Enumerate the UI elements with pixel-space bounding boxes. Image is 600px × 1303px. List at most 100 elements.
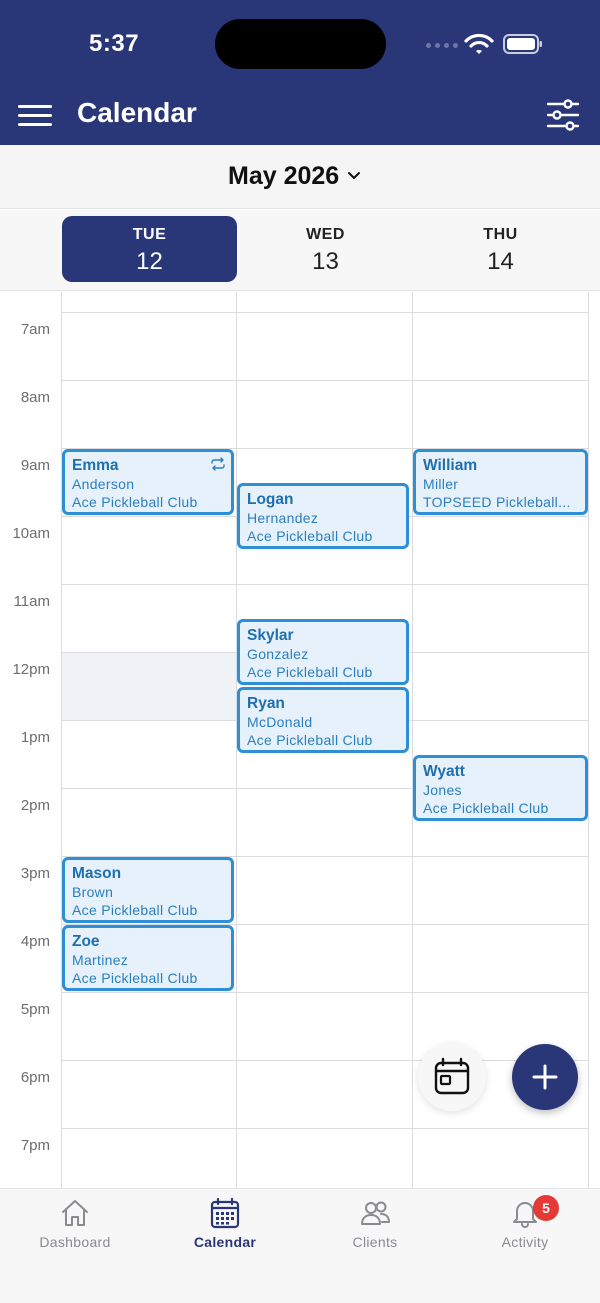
- sliders-icon: [546, 99, 580, 131]
- event-club: Ace Pickleball Club: [72, 902, 198, 918]
- time-label: 6pm: [20, 1069, 50, 1086]
- time-label: 12pm: [12, 661, 50, 678]
- hour-line: [61, 1060, 588, 1061]
- event-card[interactable]: Wyatt Jones Ace Pickleball Club: [413, 755, 588, 821]
- event-card[interactable]: Skylar Gonzalez Ace Pickleball Club: [237, 619, 409, 685]
- event-club: Ace Pickleball Club: [247, 732, 373, 748]
- day-thursday[interactable]: THU 14: [413, 216, 588, 282]
- time-label: 4pm: [20, 933, 50, 950]
- time-label: 3pm: [20, 865, 50, 882]
- event-last-name: Martinez: [72, 952, 129, 968]
- event-first-name: Ryan: [247, 695, 285, 712]
- wifi-icon: [464, 33, 494, 54]
- event-card[interactable]: Logan Hernandez Ace Pickleball Club: [237, 483, 409, 549]
- cellular-signal-icon: [426, 43, 458, 48]
- event-club: Ace Pickleball Club: [72, 494, 198, 510]
- event-card[interactable]: Emma Anderson Ace Pickleball Club: [62, 449, 234, 515]
- battery-icon: [503, 34, 542, 54]
- time-label: 11am: [13, 593, 50, 610]
- event-card[interactable]: Zoe Martinez Ace Pickleball Club: [62, 925, 234, 991]
- event-last-name: Anderson: [72, 476, 135, 492]
- hour-line: [61, 584, 588, 585]
- day-number: 12: [136, 248, 163, 275]
- repeat-icon: [211, 457, 225, 471]
- hour-line: [61, 1128, 588, 1129]
- hour-line: [61, 992, 588, 993]
- tab-label: Dashboard: [39, 1234, 111, 1250]
- column-divider: [588, 292, 589, 1188]
- event-first-name: Zoe: [72, 933, 100, 950]
- month-selector[interactable]: May 2026: [228, 160, 361, 192]
- month-label: May 2026: [228, 161, 340, 190]
- hour-line: [61, 312, 588, 313]
- day-number: 13: [312, 248, 339, 275]
- menu-button[interactable]: [18, 103, 52, 129]
- event-first-name: Emma: [72, 457, 119, 474]
- time-label: 7pm: [20, 1137, 50, 1154]
- users-icon: [361, 1201, 390, 1225]
- event-last-name: Brown: [72, 884, 114, 900]
- event-club: Ace Pickleball Club: [423, 800, 549, 816]
- event-first-name: Skylar: [247, 627, 294, 644]
- tab-clients[interactable]: Clients: [300, 1197, 450, 1257]
- highlighted-slot: [62, 653, 236, 721]
- event-club: Ace Pickleball Club: [247, 664, 373, 680]
- add-event-button[interactable]: [512, 1044, 578, 1110]
- time-label: 1pm: [20, 729, 50, 746]
- event-first-name: Logan: [247, 491, 294, 508]
- hamburger-menu-icon: [18, 105, 52, 108]
- month-bar: May 2026: [0, 145, 600, 209]
- calendar-view-icon: [434, 1057, 470, 1095]
- day-tuesday[interactable]: TUE 12: [62, 216, 237, 282]
- hour-line: [61, 380, 588, 381]
- event-last-name: Miller: [423, 476, 459, 492]
- day-of-week: WED: [306, 226, 345, 243]
- event-first-name: Mason: [72, 865, 122, 882]
- event-card[interactable]: Mason Brown Ace Pickleball Club: [62, 857, 234, 923]
- event-card[interactable]: Ryan McDonald Ace Pickleball Club: [237, 687, 409, 753]
- day-of-week: THU: [483, 226, 518, 243]
- event-last-name: Gonzalez: [247, 646, 309, 662]
- tab-label: Calendar: [193, 1234, 257, 1250]
- event-club: Ace Pickleball Club: [247, 528, 373, 544]
- day-header: TUE 12 WED 13 THU 14: [0, 210, 600, 291]
- filter-button[interactable]: [546, 99, 580, 131]
- event-last-name: Hernandez: [247, 510, 319, 526]
- event-club: TOPSEED Pickleball...: [423, 494, 571, 510]
- day-of-week: TUE: [132, 226, 167, 243]
- tab-label: Clients: [352, 1234, 398, 1250]
- event-last-name: Jones: [423, 782, 462, 798]
- time-label: 9am: [20, 457, 50, 474]
- event-first-name: Wyatt: [423, 763, 465, 780]
- day-number: 14: [487, 248, 514, 275]
- column-divider: [412, 292, 413, 1188]
- event-card[interactable]: William Miller TOPSEED Pickleball...: [413, 449, 588, 515]
- notification-badge: 5: [533, 1195, 559, 1221]
- tab-activity[interactable]: Activity 5: [450, 1195, 600, 1257]
- time-label: 2pm: [20, 797, 50, 814]
- calendar-screen: 5:37 Calendar May 2026 TUE 12 WED 13 THU…: [0, 0, 600, 1303]
- event-first-name: William: [423, 457, 478, 474]
- tab-calendar[interactable]: Calendar: [150, 1197, 300, 1257]
- calendar-view-button[interactable]: [418, 1043, 486, 1111]
- event-last-name: McDonald: [247, 714, 313, 730]
- column-divider: [61, 292, 62, 1188]
- day-wednesday[interactable]: WED 13: [238, 216, 413, 282]
- bottom-tab-bar: Dashboard Calendar Clients Activity 5: [0, 1188, 600, 1303]
- calendar-icon: [210, 1197, 240, 1229]
- time-label: 5pm: [20, 1001, 50, 1018]
- tab-dashboard[interactable]: Dashboard: [0, 1197, 150, 1257]
- time-label: 8am: [20, 389, 50, 406]
- home-icon: [62, 1200, 88, 1226]
- app-header: 5:37 Calendar: [0, 0, 600, 145]
- event-club: Ace Pickleball Club: [72, 970, 198, 986]
- time-label: 10am: [12, 525, 50, 542]
- calendar-grid[interactable]: 7am 8am 9am 10am 11am 12pm 1pm 2pm 3pm 4…: [0, 292, 600, 1188]
- page-title: Calendar: [77, 97, 197, 128]
- plus-icon: [532, 1064, 558, 1090]
- time-label: 7am: [20, 321, 50, 338]
- dynamic-island: [215, 19, 386, 69]
- chevron-down-icon: [348, 172, 361, 179]
- tab-label: Activity: [501, 1234, 549, 1250]
- status-time: 5:37: [89, 30, 140, 57]
